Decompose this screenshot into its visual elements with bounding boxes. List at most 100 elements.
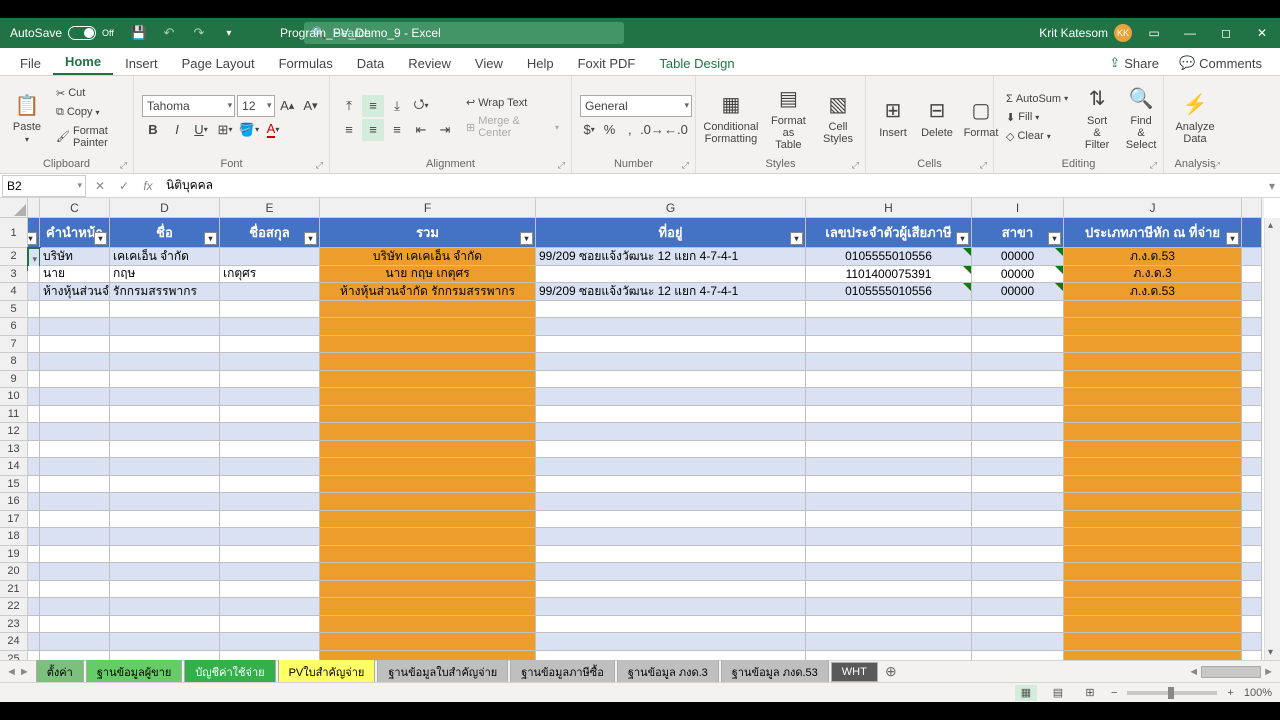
normal-view-icon[interactable]: ▦ [1015,685,1037,701]
cell[interactable] [1242,493,1262,511]
cell[interactable] [110,301,220,319]
name-box[interactable]: B2 [2,175,86,197]
align-center-icon[interactable]: ≡ [362,119,384,141]
cell[interactable] [1064,651,1242,661]
filter-dropdown-icon[interactable]: ▾ [94,232,107,245]
row-header[interactable]: 16 [0,493,28,511]
cell[interactable]: 0105555010556 [806,248,972,266]
cell[interactable] [220,458,320,476]
insert-cells-button[interactable]: ⊞Insert [872,95,914,141]
cell[interactable] [536,616,806,634]
align-bottom-icon[interactable]: ⤓ [386,95,408,117]
cell[interactable] [110,441,220,459]
cell[interactable] [806,441,972,459]
cell[interactable] [806,388,972,406]
cell[interactable] [806,563,972,581]
cell[interactable] [1064,388,1242,406]
cell[interactable] [972,581,1064,599]
format-as-table-button[interactable]: ▤Format as Table [762,83,815,153]
minimize-icon[interactable]: — [1172,18,1208,48]
cell[interactable] [536,598,806,616]
maximize-icon[interactable]: ◻ [1208,18,1244,48]
cell[interactable] [320,441,536,459]
cell[interactable] [536,581,806,599]
filter-dropdown-icon[interactable]: ▾ [28,232,37,245]
align-top-icon[interactable]: ⤒ [338,95,360,117]
inc-decimal-icon[interactable]: .0→ [641,119,663,141]
save-icon[interactable]: 💾 [124,18,154,48]
cell[interactable] [536,406,806,424]
font-size-select[interactable]: 12 [237,95,274,117]
autosave-toggle[interactable]: AutoSave Off [0,26,124,40]
cell[interactable] [1242,248,1262,266]
orientation-icon[interactable]: ⭯▾ [410,95,432,117]
cell[interactable] [806,546,972,564]
cell[interactable] [110,546,220,564]
cell[interactable] [40,406,110,424]
cell[interactable] [972,458,1064,476]
cell[interactable] [40,598,110,616]
cell[interactable] [40,458,110,476]
paste-button[interactable]: 📋Paste▾ [6,89,48,146]
merge-center-button[interactable]: ⊞Merge & Center▾ [462,113,563,141]
cell[interactable] [806,651,972,661]
fill-button[interactable]: ⬇Fill▾ [1002,109,1072,126]
cell[interactable] [110,493,220,511]
cell[interactable] [40,563,110,581]
cell[interactable] [110,353,220,371]
cell[interactable] [1242,633,1262,651]
cell[interactable] [40,388,110,406]
close-icon[interactable]: ✕ [1244,18,1280,48]
cell[interactable] [220,441,320,459]
tab-help[interactable]: Help [515,50,566,75]
filter-dropdown-icon[interactable]: ▾ [956,232,969,245]
cell[interactable] [972,301,1064,319]
cell[interactable] [28,633,40,651]
cell[interactable] [536,493,806,511]
sheet-tab[interactable]: ฐานข้อมูล ภงด.53 [721,659,829,685]
cancel-formula-icon[interactable]: ✕ [88,175,112,197]
row-header[interactable]: 20 [0,563,28,581]
cell[interactable] [1064,353,1242,371]
filter-dropdown-icon[interactable]: ▾ [520,232,533,245]
tab-data[interactable]: Data [345,50,396,75]
tab-file[interactable]: File [8,50,53,75]
cell[interactable] [536,318,806,336]
cell[interactable] [320,528,536,546]
cell[interactable] [536,528,806,546]
horizontal-scrollbar[interactable]: ◄► [902,666,1280,678]
cell[interactable] [320,651,536,661]
cell[interactable] [40,318,110,336]
cell[interactable] [1064,336,1242,354]
row-header[interactable]: 24 [0,633,28,651]
cell[interactable] [1242,651,1262,661]
cell[interactable] [806,318,972,336]
cell[interactable] [40,511,110,529]
cell[interactable]: บริษัท เคเคเอ็น จำกัด [320,248,536,266]
cell[interactable] [1242,458,1262,476]
spreadsheet-grid[interactable]: C D E F G H I J 123456789101112131415161… [0,198,1280,660]
cell[interactable] [1064,458,1242,476]
cell[interactable] [1242,563,1262,581]
cell[interactable] [1064,581,1242,599]
cell[interactable] [220,423,320,441]
cell[interactable] [1064,563,1242,581]
filter-dropdown-icon[interactable]: ▾ [204,232,217,245]
cell[interactable] [806,598,972,616]
cell[interactable] [972,388,1064,406]
cell[interactable] [110,476,220,494]
sheet-tab[interactable]: WHT [831,662,878,682]
cell[interactable] [220,318,320,336]
cell[interactable] [220,511,320,529]
accounting-icon[interactable]: $▾ [580,119,598,141]
tab-home[interactable]: Home [53,48,113,75]
cell[interactable] [28,511,40,529]
cell[interactable] [1242,353,1262,371]
undo-icon[interactable]: ↶ [154,18,184,48]
sheet-tab[interactable]: ฐานข้อมูล ภงด.3 [617,659,719,685]
cell[interactable] [806,371,972,389]
cell[interactable] [806,493,972,511]
row-header[interactable]: 15 [0,476,28,494]
cell[interactable] [1242,441,1262,459]
cell[interactable]: ภ.ง.ด.53 [1064,283,1242,301]
